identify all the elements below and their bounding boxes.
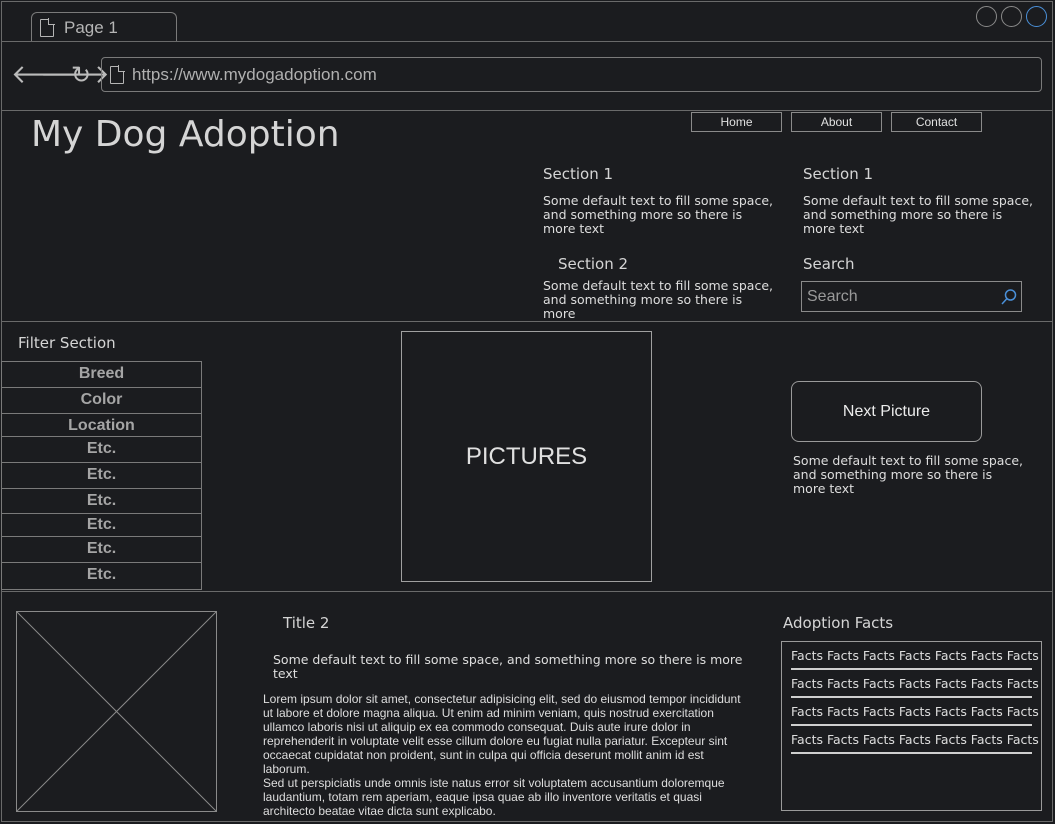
search-icon[interactable] xyxy=(1000,288,1018,306)
pictures-label: PICTURES xyxy=(465,442,588,470)
page-icon xyxy=(40,17,55,37)
body-paragraph: Sed ut perspiciatis unde omnis iste natu… xyxy=(263,776,725,818)
fact-row: Facts Facts Facts Facts Facts Facts Fact… xyxy=(791,676,1039,698)
fact-row: Facts Facts Facts Facts Facts Facts Fact… xyxy=(791,648,1039,670)
close-button[interactable] xyxy=(1026,6,1047,27)
divider xyxy=(1,110,1053,111)
filter-item-etc[interactable]: Etc. xyxy=(2,437,201,463)
image-placeholder xyxy=(16,611,217,812)
nav-home-button[interactable]: Home xyxy=(691,112,782,132)
content-body: Lorem ipsum dolor sit amet, consectetur … xyxy=(263,692,753,818)
filter-item-etc[interactable]: Etc. xyxy=(2,514,201,537)
filter-item-color[interactable]: Color xyxy=(2,388,201,414)
section-text: Some default text to fill some space, an… xyxy=(543,278,773,321)
fact-row: Facts Facts Facts Facts Facts Facts Fact… xyxy=(791,732,1039,754)
facts-title: Adoption Facts xyxy=(783,614,894,632)
search-input[interactable]: Search xyxy=(801,281,1022,312)
filter-item-etc[interactable]: Etc. xyxy=(2,463,201,489)
content-subtitle: Some default text to fill some space, an… xyxy=(273,652,743,681)
nav-contact-button[interactable]: Contact xyxy=(891,112,982,132)
fact-row: Facts Facts Facts Facts Facts Facts Fact… xyxy=(791,704,1039,726)
section-title: Section 2 xyxy=(558,255,629,273)
url-text: https://www.mydogadoption.com xyxy=(132,64,377,84)
filter-item-etc[interactable]: Etc. xyxy=(2,563,201,589)
filter-item-etc[interactable]: Etc. xyxy=(2,537,201,563)
filter-item-breed[interactable]: Breed xyxy=(2,362,201,388)
address-bar[interactable]: https://www.mydogadoption.com xyxy=(101,57,1042,92)
next-picture-button[interactable]: Next Picture xyxy=(791,381,982,442)
filter-item-location[interactable]: Location xyxy=(2,414,201,437)
browser-tab[interactable]: Page 1 xyxy=(31,12,177,42)
nav-about-button[interactable]: About xyxy=(791,112,882,132)
site-title: My Dog Adoption xyxy=(31,114,340,155)
minimize-button[interactable] xyxy=(976,6,997,27)
section-text: Some default text to fill some space, an… xyxy=(543,193,773,236)
filter-item-etc[interactable]: Etc. xyxy=(2,489,201,514)
divider xyxy=(1,591,1053,592)
body-paragraph: Lorem ipsum dolor sit amet, consectetur … xyxy=(263,692,741,776)
tab-label: Page 1 xyxy=(64,17,118,37)
section-title: Section 1 xyxy=(803,165,874,183)
section-text: Some default text to fill some space, an… xyxy=(803,193,1033,236)
filter-list: Breed Color Location Etc. Etc. Etc. Etc.… xyxy=(1,361,202,590)
facts-box: Facts Facts Facts Facts Facts Facts Fact… xyxy=(781,641,1042,811)
tab-divider xyxy=(1,41,1053,42)
divider xyxy=(1,321,1053,322)
filter-title: Filter Section xyxy=(18,334,116,352)
pictures-area: PICTURES xyxy=(401,331,652,582)
maximize-button[interactable] xyxy=(1001,6,1022,27)
search-title: Search xyxy=(803,255,855,273)
content-title: Title 2 xyxy=(283,614,330,632)
page-icon xyxy=(110,64,125,84)
section-title: Section 1 xyxy=(543,165,614,183)
reload-icon[interactable]: ↻ xyxy=(71,62,91,88)
search-placeholder: Search xyxy=(807,287,858,305)
picture-caption: Some default text to fill some space, an… xyxy=(793,453,1023,496)
